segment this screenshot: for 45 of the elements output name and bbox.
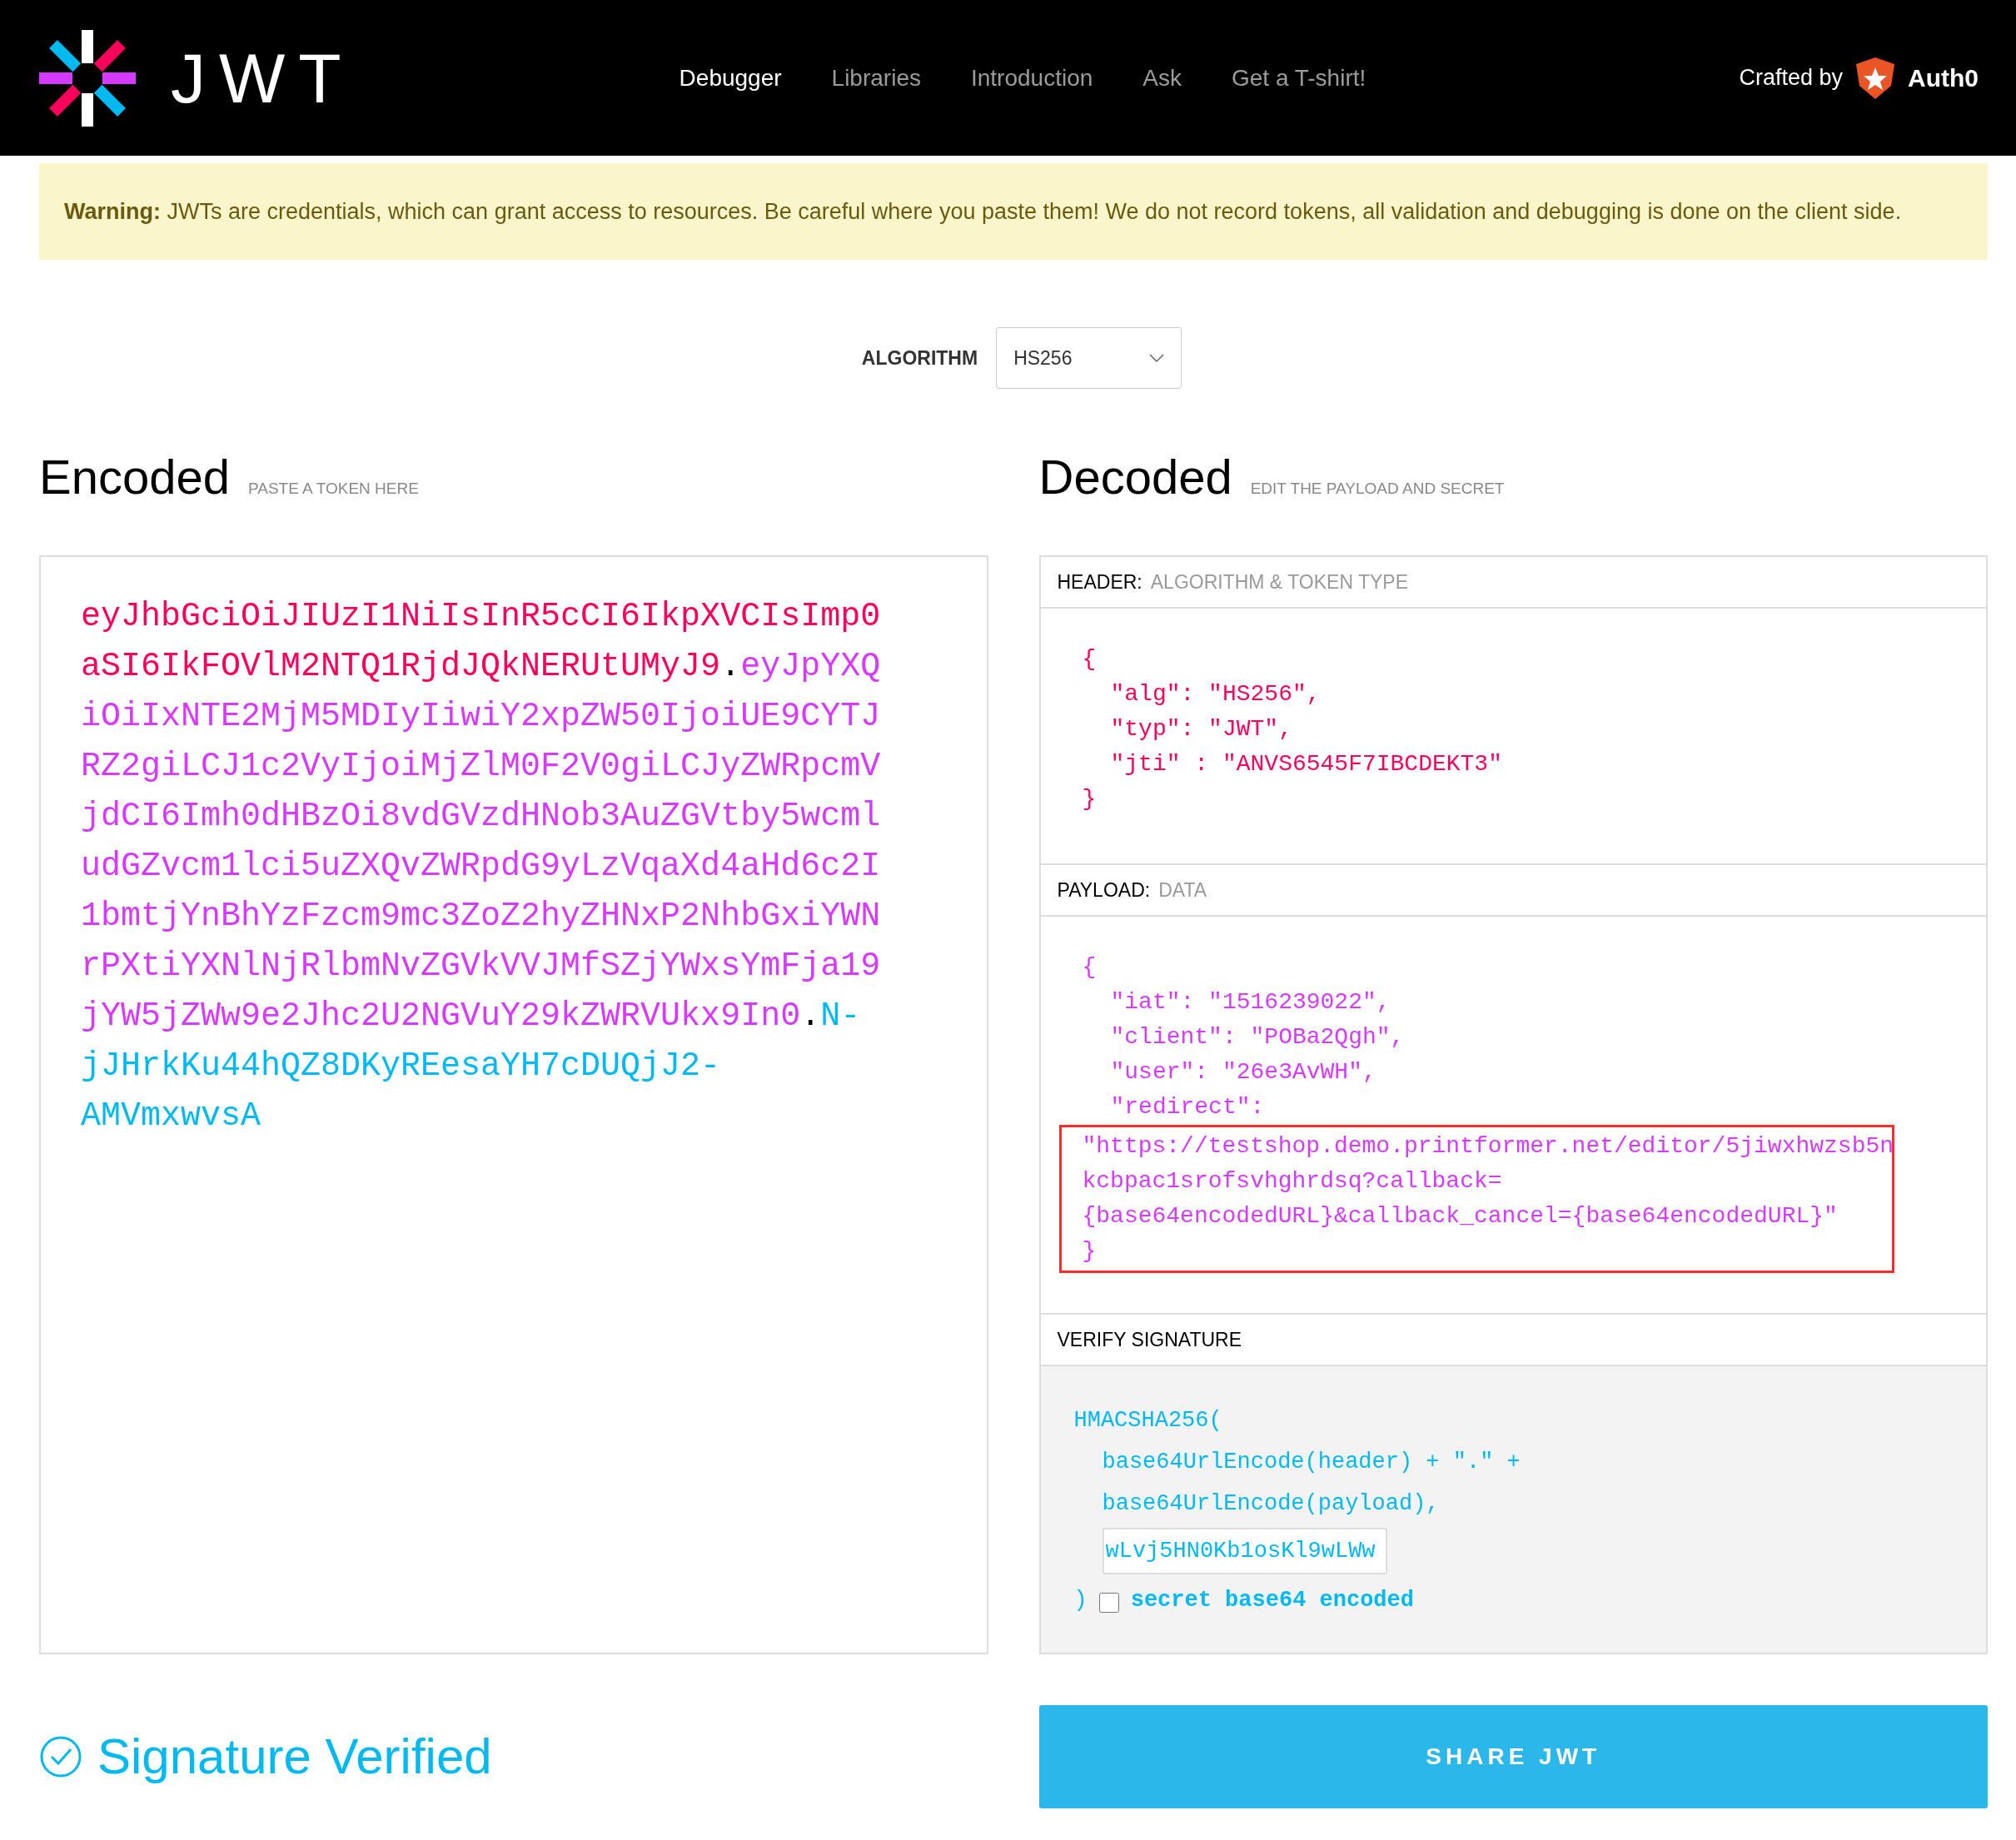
warning-banner: Warning: JWTs are credentials, which can grant access to resources. Be careful where you paste them! We do not record tokens, all validation and debugging is done on the client side. xyxy=(39,163,1988,260)
nav-link[interactable]: Debugger xyxy=(679,60,782,96)
code-line: "iat": "1516239022", xyxy=(1110,988,1391,1017)
code-line: base64UrlEncode(payload), xyxy=(1102,1490,1440,1518)
brand-name: Auth0 xyxy=(1908,63,1979,93)
code-line: "user": "26e3AvWH", xyxy=(1110,1058,1376,1087)
decoded-hint: EDIT THE PAYLOAD AND SECRET xyxy=(1250,479,1505,499)
algorithm-select[interactable]: HS256 xyxy=(996,327,1182,389)
base64-checkbox[interactable] xyxy=(1098,1593,1119,1613)
section-label: PAYLOAD: xyxy=(1057,878,1151,903)
nav-link[interactable]: Ask xyxy=(1142,60,1182,96)
section-label: VERIFY SIGNATURE xyxy=(1057,1327,1242,1352)
crafted-by-text: Crafted by xyxy=(1739,64,1843,92)
encoded-heading: Encoded xyxy=(39,449,230,505)
nav-link[interactable]: Introduction xyxy=(970,60,1093,96)
code-line: ) xyxy=(1073,1587,1088,1614)
code-line: "client": "POBa2Qgh", xyxy=(1110,1023,1405,1052)
code-line: } xyxy=(1082,785,1097,813)
code-line: { xyxy=(1082,953,1097,982)
signature-status: Signature Verified xyxy=(97,1728,492,1786)
logo-icon xyxy=(37,27,137,128)
code-line: "redirect": xyxy=(1110,1093,1265,1121)
code-line: { xyxy=(1082,645,1097,674)
code-line: "jti" : "ANVS6545F7IBCDEKT3" xyxy=(1110,750,1502,778)
code-line: "alg": "HS256", xyxy=(1110,680,1321,709)
code-line: } xyxy=(1082,1237,1097,1266)
code-line: HMACSHA256( xyxy=(1073,1407,1222,1435)
encoded-hint: PASTE A TOKEN HERE xyxy=(248,479,419,499)
checkbox-label: secret base64 encoded xyxy=(1130,1587,1414,1614)
nav-link[interactable]: Get a T-shirt! xyxy=(1232,60,1366,96)
logo-text: JWT xyxy=(171,37,355,119)
code-line: "https://testshop.demo.printformer.net/editor/5jiwxhwzsb5n xyxy=(1082,1132,1894,1161)
decoded-heading: Decoded xyxy=(1038,449,1232,505)
section-sublabel: DATA xyxy=(1158,878,1207,903)
code-line: "typ": "JWT", xyxy=(1110,715,1292,743)
section-label: HEADER: xyxy=(1057,569,1142,594)
chevron-down-icon xyxy=(1149,354,1165,362)
encoded-token-field[interactable]: eyJhbGciOiJIUzI1NiIsInR5cCI6IkpXVCIsImp0 aSI6IkFOVlM2NTQ1RjdJQkNERUtUMyJ9.eyJpYXQ iOiIxNTE2MjM5MDIyIiwiY2xpZW50IjoiUE9CYTJ RZ2giLCJ1c2VyIjoiMjZlM0F2V0giLCJyZWRpcmV jdCI6Imh0dHBzOi8vdGVzdHNob3AuZGVtby5wcml udGZvcm1lci5uZXQvZWRpdG9yLzVqaXd4aHd6c2I 1bmtjYnBhYzFzcm9mc3ZoZ2hyZHNxP2NhbGxiYWN rPXtiYXNlNjRlbmNvZGVkVVJMfSZjYWxsYmFja19 jYW5jZWw9e2Jhc2U2NGVuY29kZWRVUkx9In0.N- jJHrkKu44hQZ8DKyREesaYH7cDUQjJ2- AMVmxwvsA xyxy=(39,555,988,1654)
nav-link[interactable]: Libraries xyxy=(831,60,921,96)
section-sublabel: ALGORITHM & TOKEN TYPE xyxy=(1150,569,1409,594)
code-line: base64UrlEncode(header) + "." + xyxy=(1102,1449,1521,1476)
code-line: kcbpac1srofsvhghrdsq?callback= xyxy=(1082,1167,1502,1196)
shield-star-icon xyxy=(1856,57,1894,99)
code-line: {base64encodedURL}&callback_cancel={base64encodedURL}" xyxy=(1082,1202,1838,1231)
algorithm-label: ALGORITHM xyxy=(861,346,978,370)
